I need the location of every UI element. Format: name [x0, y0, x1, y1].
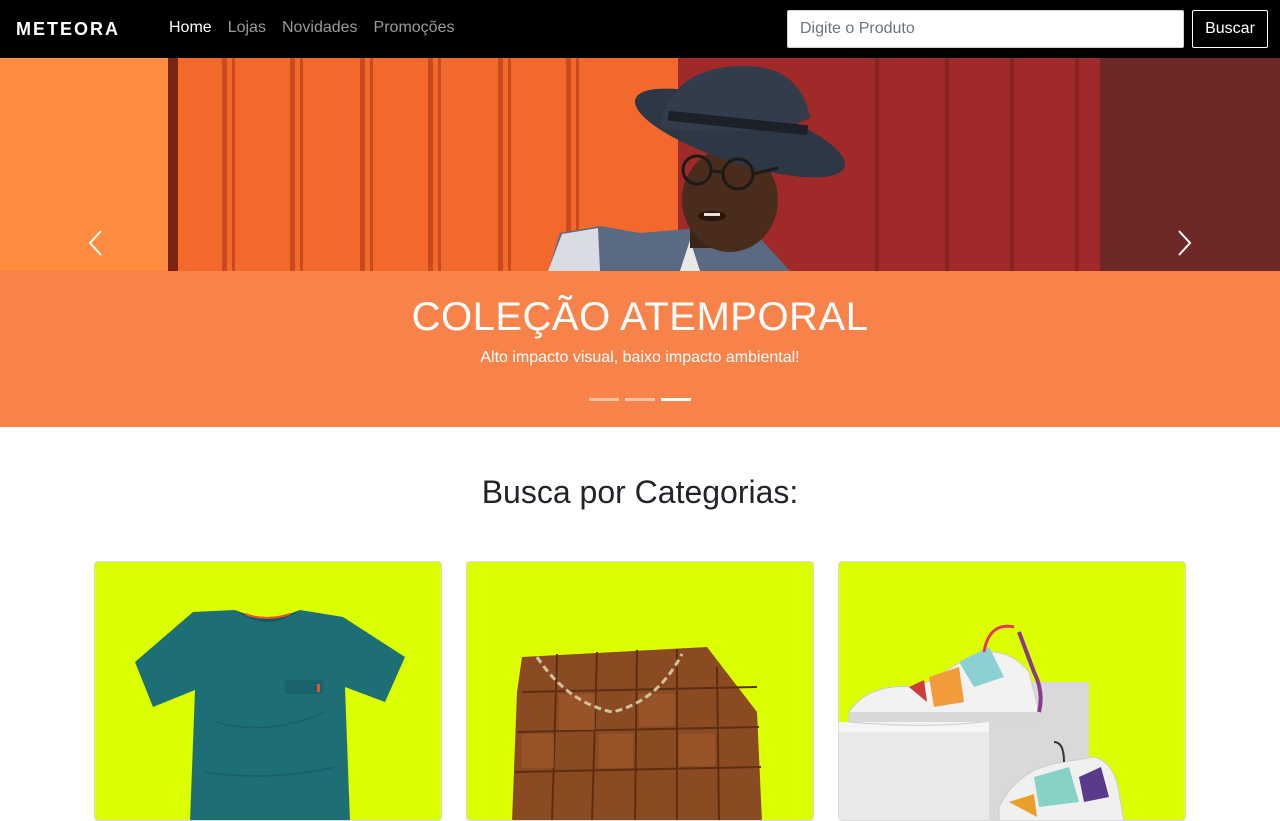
carousel-prev-button[interactable]	[84, 228, 108, 258]
carousel-indicator-1[interactable]	[589, 398, 619, 401]
carousel-indicators	[589, 398, 691, 401]
chevron-left-icon	[88, 230, 102, 256]
brand-logo[interactable]: METEORA	[16, 18, 120, 40]
search-button[interactable]: Buscar	[1192, 10, 1268, 48]
tshirt-image	[135, 610, 405, 820]
hero-subtitle: Alto impacto visual, baixo impacto ambie…	[480, 349, 800, 366]
category-card-tshirt[interactable]	[94, 561, 442, 821]
category-card-shoes[interactable]	[838, 561, 1186, 821]
search-input[interactable]	[787, 10, 1184, 48]
hero-title: COLEÇÃO ATEMPORAL	[411, 295, 869, 339]
chevron-right-icon	[1178, 230, 1192, 256]
categories-title: Busca por Categorias:	[481, 474, 799, 510]
hero-image	[0, 58, 1280, 271]
carousel-indicator-3[interactable]	[661, 398, 691, 401]
hero-carousel: COLEÇÃO ATEMPORAL Alto impacto visual, b…	[0, 58, 1280, 427]
nav-link-promocoes[interactable]: Promoções	[374, 18, 455, 38]
nav-link-novidades[interactable]: Novidades	[282, 18, 358, 38]
sneakers-image	[839, 624, 1125, 820]
navbar: METEORA Home Lojas Novidades Promoções B…	[0, 0, 1280, 58]
carousel-next-button[interactable]	[1172, 228, 1196, 258]
carousel-caption: COLEÇÃO ATEMPORAL Alto impacto visual, b…	[0, 271, 1280, 427]
nav-link-home[interactable]: Home	[169, 18, 212, 38]
category-card-bags[interactable]	[466, 561, 814, 821]
brand-logo-text: METEORA	[16, 18, 120, 39]
nav-link-lojas[interactable]: Lojas	[228, 18, 266, 38]
bag-image	[512, 647, 762, 820]
carousel-indicator-2[interactable]	[625, 398, 655, 401]
nav-links: Home Lojas Novidades Promoções	[169, 18, 454, 38]
